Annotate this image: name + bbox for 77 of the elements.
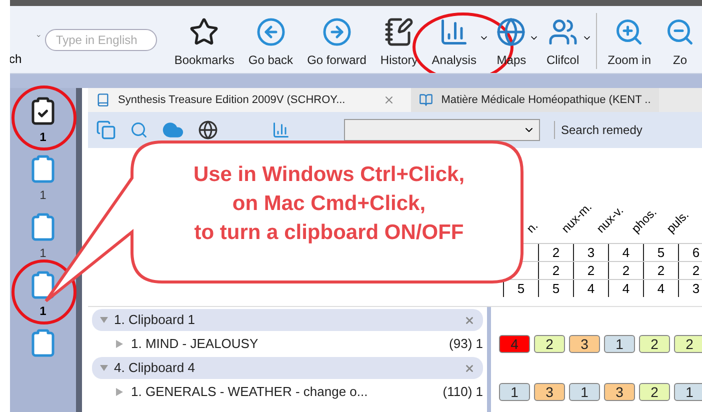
table-cell: 3 — [573, 244, 608, 261]
clipboard-count: 1 — [40, 303, 46, 320]
close-icon[interactable] — [383, 94, 396, 106]
grade-badge: 3 — [534, 383, 565, 401]
expand-arrow-icon[interactable] — [116, 388, 123, 396]
toolbar-button[interactable]: Go forward — [300, 17, 374, 69]
table-cell: 5 — [538, 280, 573, 297]
zoom-out-icon — [665, 17, 695, 47]
grade-badge: 1 — [604, 335, 635, 353]
table-cell: 4 — [643, 280, 678, 297]
remedy-column-header: n. — [522, 218, 542, 237]
toolbar-button[interactable]: Zo — [658, 17, 702, 69]
grade-badge: 2 — [639, 335, 670, 353]
windows-icon[interactable] — [96, 120, 116, 140]
grade-badge: 4 — [499, 335, 530, 353]
callout-text: to turn a clipboard ON/OFF — [194, 220, 464, 246]
bar-chart-icon[interactable] — [272, 121, 290, 139]
grade-badge: 2 — [674, 335, 702, 353]
search-remedy-label: Search remedy — [554, 121, 642, 139]
rubric-title: 1. MIND - JEALOUSY — [131, 335, 260, 354]
callout-text: on Mac Cmd+Click, — [232, 191, 426, 217]
table-cell: 2 — [608, 262, 643, 279]
toolbar-button[interactable]: Go back — [241, 17, 300, 69]
grade-badge: 1 — [499, 383, 530, 401]
table-cell: 2 — [643, 262, 678, 279]
globe-icon — [496, 17, 526, 47]
toolbar-button[interactable]: Bookmarks — [167, 17, 242, 69]
open-book-icon — [419, 93, 434, 107]
book-icon — [96, 93, 110, 107]
rubric-count: (110) 1 — [442, 383, 483, 402]
expand-arrow-icon[interactable] — [100, 316, 108, 324]
clipboard-count: 1 — [40, 245, 46, 262]
bar-chart-icon — [439, 17, 470, 47]
clipboard-title: 1. Clipboard 1 — [114, 311, 196, 330]
clipboard-group-header[interactable]: 4. Clipboard 4 — [92, 357, 483, 379]
clipboard-count: 1 — [40, 129, 46, 146]
people-icon — [548, 17, 578, 47]
grade-badge: 1 — [674, 383, 702, 401]
table-cell: 2 — [538, 262, 573, 279]
document-tab[interactable]: Matière Médicale Homéopathique (KENT .. — [411, 88, 659, 112]
highlight-circle — [11, 259, 77, 325]
table-cell: 4 — [608, 280, 643, 297]
table-cell: 5 — [643, 244, 678, 261]
zoom-in-icon — [614, 17, 644, 47]
expand-arrow-icon[interactable] — [100, 364, 108, 372]
grade-badge: 2 — [534, 335, 565, 353]
star-icon — [189, 17, 220, 47]
table-cell: 2 — [538, 244, 573, 261]
document-tab[interactable]: Synthesis Treasure Edition 2009V (SCHROY... — [88, 88, 412, 112]
view-dropdown[interactable] — [344, 119, 540, 141]
globe-icon[interactable] — [198, 120, 218, 140]
toolbar-button[interactable]: Zoom in — [600, 17, 658, 69]
close-icon[interactable] — [464, 362, 475, 374]
table-cell: 4 — [608, 244, 643, 261]
clipboard-count: 1 — [40, 187, 46, 204]
grade-badge: 3 — [569, 335, 600, 353]
callout-text: Use in Windows Ctrl+Click, — [193, 162, 465, 188]
rubric-title: 1. GENERALS - WEATHER - change o... — [131, 383, 369, 402]
rubric-count: (93) 1 — [449, 335, 483, 354]
highlight-circle — [11, 85, 77, 151]
grade-badge: 3 — [604, 383, 635, 401]
close-icon[interactable] — [464, 314, 475, 326]
search-icon[interactable] — [130, 121, 148, 139]
table-cell: 2 — [678, 262, 702, 279]
expand-arrow-icon[interactable] — [116, 340, 123, 348]
clipboard-title: 4. Clipboard 4 — [114, 359, 196, 378]
grade-badge: 2 — [639, 383, 670, 401]
table-cell: 3 — [678, 280, 702, 297]
toolbar-button[interactable]: Clifcol — [539, 17, 586, 69]
grade-badge: 1 — [569, 383, 600, 401]
notebook-icon — [384, 17, 414, 47]
table-cell: 2 — [573, 262, 608, 279]
clipboard-group-header[interactable]: 1. Clipboard 1 — [92, 309, 483, 331]
search-field[interactable]: Type in English — [44, 29, 157, 51]
table-cell: 4 — [573, 280, 608, 297]
table-cell: 6 — [678, 244, 702, 261]
toolbar-button[interactable]: History — [373, 17, 425, 69]
